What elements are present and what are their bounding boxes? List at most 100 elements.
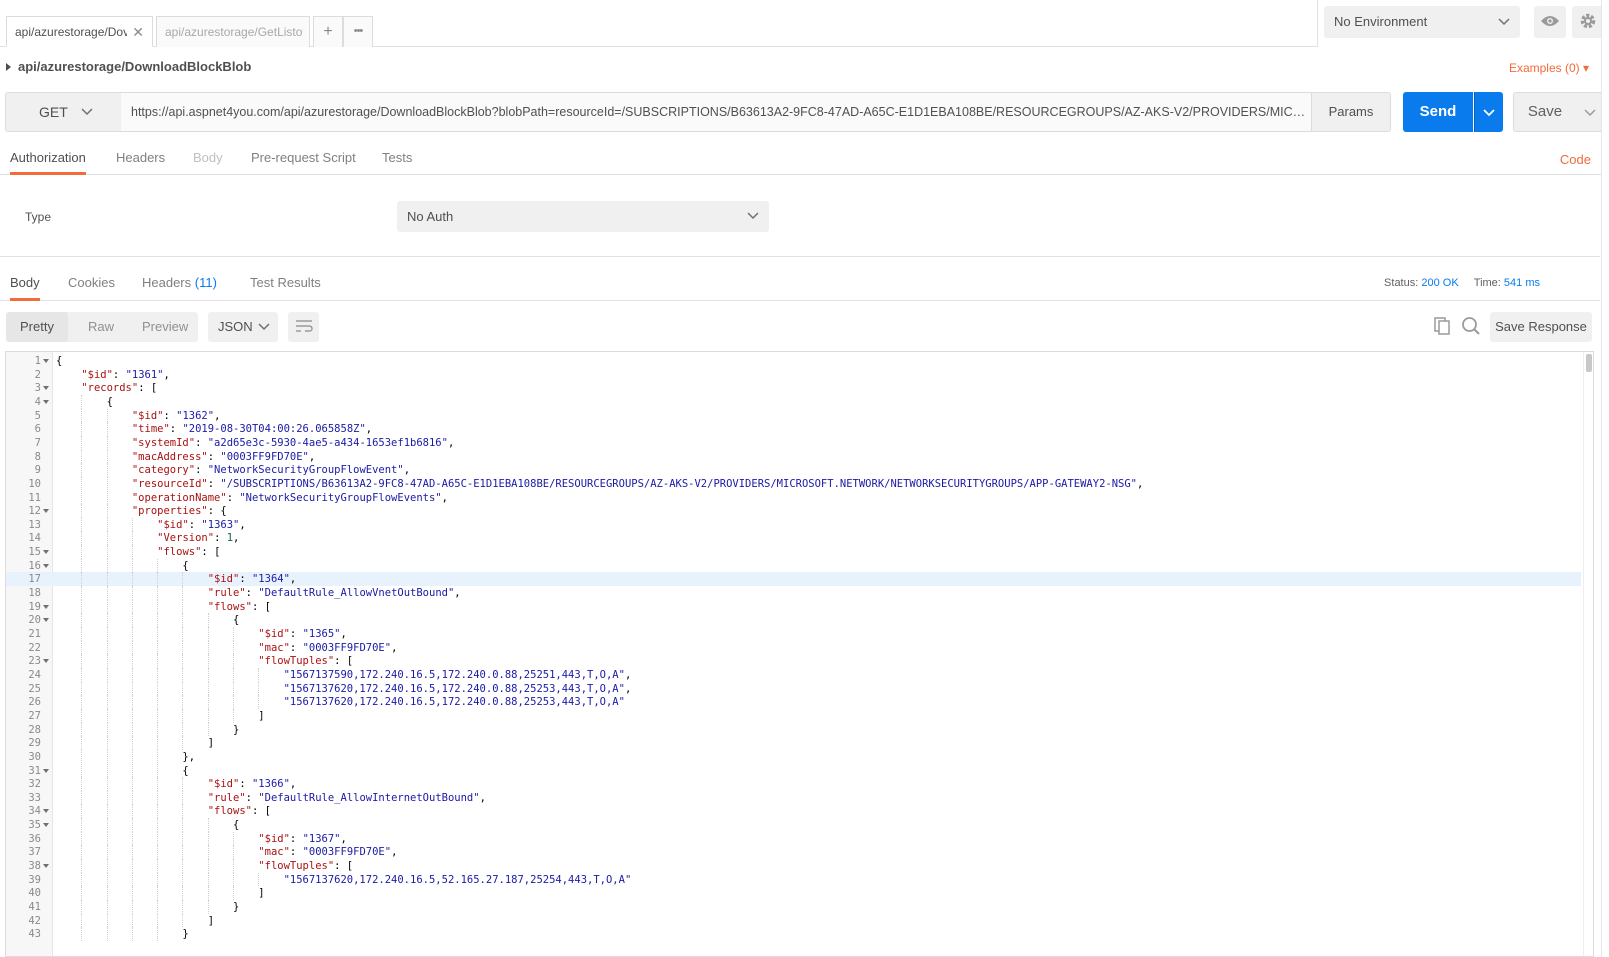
code-line[interactable]: 37 "mac": "0003FF9FD70E", [6,845,1581,860]
tab-authorization[interactable]: Authorization [10,150,86,175]
code-line[interactable]: 15 "flows": [ [6,545,1581,559]
code-line[interactable]: 26 "1567137620,172.240.16.5,172.240.0.88… [6,695,1581,709]
vertical-scrollbar[interactable] [1583,352,1593,956]
code-line[interactable]: 11 "operationName": "NetworkSecurityGrou… [6,490,1581,505]
fold-arrow-icon[interactable] [43,386,49,391]
code-line[interactable]: 25 "1567137620,172.240.16.5,172.240.0.88… [6,681,1581,696]
code-line[interactable]: 24 "1567137590,172.240.16.5,172.240.0.88… [6,667,1581,682]
code-line[interactable]: 43 } [6,927,1581,941]
code-line[interactable]: 18 "rule": "DefaultRule_AllowVnetOutBoun… [6,586,1581,600]
code-line[interactable]: 33 "rule": "DefaultRule_AllowInternetOut… [6,790,1581,805]
save-options-button[interactable] [1576,92,1604,132]
format-select[interactable]: JSON [208,312,278,342]
code-line[interactable]: 32 "$id": "1366", [6,777,1581,791]
settings-button[interactable] [1572,6,1604,38]
fold-arrow-icon[interactable] [43,618,49,623]
code-line[interactable]: 19 "flows": [ [6,599,1581,614]
fold-arrow-icon[interactable] [43,659,49,664]
code-line[interactable]: 35 { [6,818,1581,832]
send-button[interactable]: Send [1403,92,1473,132]
code-line[interactable]: 29 ] [6,736,1581,750]
environment-quick-look-button[interactable] [1534,6,1566,38]
code-line[interactable]: 40 ] [6,886,1581,900]
code-line[interactable]: 16 { [6,558,1581,573]
code-line[interactable]: 34 "flows": [ [6,804,1581,819]
code-line[interactable]: 30 }, [6,749,1581,764]
tab-tests[interactable]: Tests [382,150,412,175]
status-value[interactable]: 200 OK [1421,277,1458,289]
code-line[interactable]: 10 "resourceId": "/SUBSCRIPTIONS/B63613A… [6,476,1581,491]
tab-response-body[interactable]: Body [10,275,40,301]
code-line[interactable]: 41 } [6,900,1581,914]
fold-arrow-icon[interactable] [43,359,49,363]
code-text: "macAddress": "0003FF9FD70E", [131,450,316,463]
code-line[interactable]: 9 "category": "NetworkSecurityGroupFlowE… [6,463,1581,477]
code-line[interactable]: 31 { [6,763,1581,778]
fold-arrow-icon[interactable] [43,399,49,404]
environment-select[interactable]: No Environment [1324,6,1520,38]
code-line[interactable]: 2 "$id": "1361", [6,368,1581,382]
code-line[interactable]: 12 "properties": { [6,504,1581,518]
method-label: GET [39,104,68,120]
fold-arrow-icon[interactable] [43,563,49,568]
fold-arrow-icon[interactable] [43,550,49,555]
fold-arrow-icon[interactable] [43,823,49,828]
response-body-editor[interactable]: 1{2 "$id": "1361", 3 "records": [4 {5 "$i… [5,351,1594,957]
auth-type-select[interactable]: No Auth [397,201,769,232]
code-line[interactable]: 4 { [6,394,1581,409]
code-line[interactable]: 21 "$id": "1365", [6,627,1581,641]
view-preview-button[interactable]: Preview [128,312,202,342]
request-tab[interactable]: api/azurestorage/GetListofB [156,16,310,47]
code-line[interactable]: 5 "$id": "1362", [6,408,1581,423]
request-name[interactable]: api/azurestorage/DownloadBlockBlob [18,59,251,74]
copy-icon[interactable] [1432,316,1452,339]
code-line[interactable]: 6 "time": "2019-08-30T04:00:26.065858Z", [6,422,1581,436]
code-line[interactable]: 28 } [6,722,1581,737]
code-link[interactable]: Code [1560,152,1591,167]
code-line[interactable]: 8 "macAddress": "0003FF9FD70E", [6,449,1581,464]
code-line[interactable]: 39 "1567137620,172.240.16.5,52.165.27.18… [6,872,1581,887]
fold-arrow-icon[interactable] [43,509,49,514]
save-response-button[interactable]: Save Response [1490,312,1592,342]
examples-dropdown[interactable]: Examples (0) ▾ [1509,61,1589,75]
code-line[interactable]: 1{ [6,354,1581,368]
tab-pre-request-script[interactable]: Pre-request Script [251,150,356,175]
code-line[interactable]: 23 "flowTuples": [ [6,654,1581,668]
code-line[interactable]: 38 "flowTuples": [ [6,859,1581,873]
new-tab-button[interactable]: + [313,16,343,47]
method-select[interactable]: GET [5,92,122,132]
time-value[interactable]: 541 ms [1504,277,1540,289]
send-options-button[interactable] [1474,92,1503,132]
code-line[interactable]: 36 "$id": "1367", [6,831,1581,846]
code-line[interactable]: 7 "systemId": "a2d65e3c-5930-4ae5-a434-1… [6,435,1581,450]
close-tab-icon[interactable]: ✕ [132,17,144,46]
fold-arrow-icon[interactable] [43,768,49,773]
save-button[interactable]: Save [1513,92,1577,132]
code-line[interactable]: 3 "records": [ [6,381,1581,395]
tab-cookies[interactable]: Cookies [68,275,115,301]
code-line[interactable]: 13 "$id": "1363", [6,517,1581,532]
params-button[interactable]: Params [1311,92,1391,132]
code-line[interactable]: 14 "Version": 1, [6,531,1581,546]
expand-caret-icon[interactable] [6,63,11,71]
code-line[interactable]: 22 "mac": "0003FF9FD70E", [6,640,1581,655]
view-pretty-button[interactable]: Pretty [6,312,68,342]
fold-arrow-icon[interactable] [43,864,49,869]
code-line[interactable]: 27 ] [6,708,1581,723]
url-input[interactable]: https://api.aspnet4you.com/api/azurestor… [121,92,1312,132]
view-raw-button[interactable]: Raw [74,312,128,342]
tab-headers[interactable]: Headers [116,150,165,175]
fold-arrow-icon[interactable] [43,809,49,814]
tab-response-headers[interactable]: Headers (11) [142,275,217,301]
fold-arrow-icon[interactable] [43,604,49,609]
code-line[interactable]: 20 { [6,613,1581,627]
request-tab-active[interactable]: api/azurestorage/Dov ✕ [6,16,153,47]
search-icon[interactable] [1461,316,1481,339]
code-line[interactable]: 17 "$id": "1364", [6,572,1581,587]
more-tabs-button[interactable]: ••• [343,16,373,47]
scrollbar-thumb[interactable] [1586,354,1592,372]
tab-body[interactable]: Body [193,150,223,175]
code-line[interactable]: 42 ] [6,913,1581,928]
tab-test-results[interactable]: Test Results [250,275,321,301]
wrap-lines-button[interactable] [288,312,319,342]
